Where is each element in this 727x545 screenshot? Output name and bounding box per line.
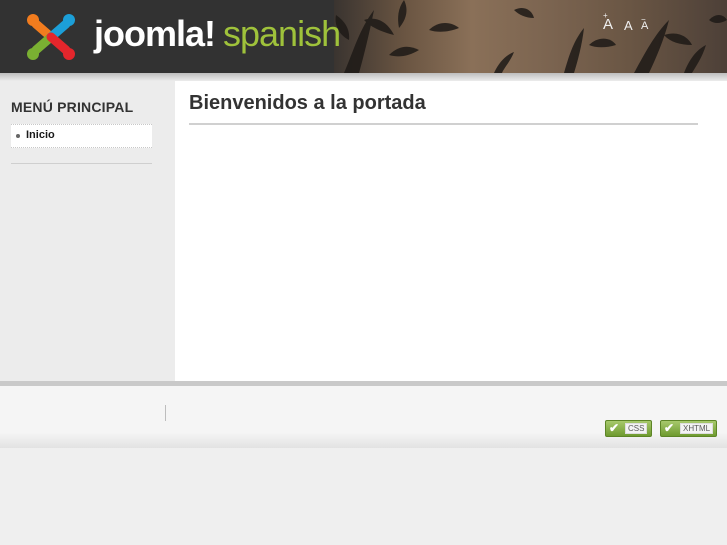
page-background bbox=[0, 448, 727, 545]
valid-xhtml-badge[interactable]: ✔ XHTML bbox=[660, 420, 717, 437]
header-photo bbox=[334, 0, 727, 73]
reset-font-button[interactable]: A bbox=[624, 18, 633, 33]
badge-label: XHTML bbox=[680, 423, 714, 434]
footer-separator bbox=[165, 405, 166, 421]
header-divider bbox=[0, 73, 727, 81]
logo-word: joomla! bbox=[94, 13, 216, 54]
check-icon: ✔ bbox=[664, 421, 675, 435]
site-logo[interactable]: joomla! spanish bbox=[94, 13, 341, 54]
sidebar: MENÚ PRINCIPAL Inicio bbox=[0, 81, 175, 381]
sidebar-item-label[interactable]: Inicio bbox=[26, 129, 55, 141]
joomla-logo-icon bbox=[27, 14, 75, 60]
badge-label: CSS bbox=[625, 423, 648, 434]
valid-css-badge[interactable]: ✔ CSS bbox=[605, 420, 652, 437]
site-header: joomla! spanish A + A A − bbox=[0, 0, 727, 73]
logo-suffix: spanish bbox=[223, 13, 341, 54]
page-title: Bienvenidos a la portada bbox=[189, 92, 426, 114]
title-rule bbox=[189, 123, 698, 125]
font-size-controls: A + A A − bbox=[603, 11, 663, 36]
menu-title: MENÚ PRINCIPAL bbox=[11, 99, 134, 115]
increase-font-button[interactable]: A + bbox=[603, 11, 613, 33]
check-icon: ✔ bbox=[609, 421, 620, 435]
main-content: Bienvenidos a la portada bbox=[175, 81, 727, 381]
decrease-font-button[interactable]: A − bbox=[641, 15, 648, 35]
footer: ✔ CSS ✔ XHTML bbox=[0, 386, 727, 448]
sidebar-item-inicio[interactable]: Inicio bbox=[11, 124, 152, 148]
bullet-icon bbox=[16, 134, 20, 138]
sidebar-divider bbox=[11, 163, 152, 164]
